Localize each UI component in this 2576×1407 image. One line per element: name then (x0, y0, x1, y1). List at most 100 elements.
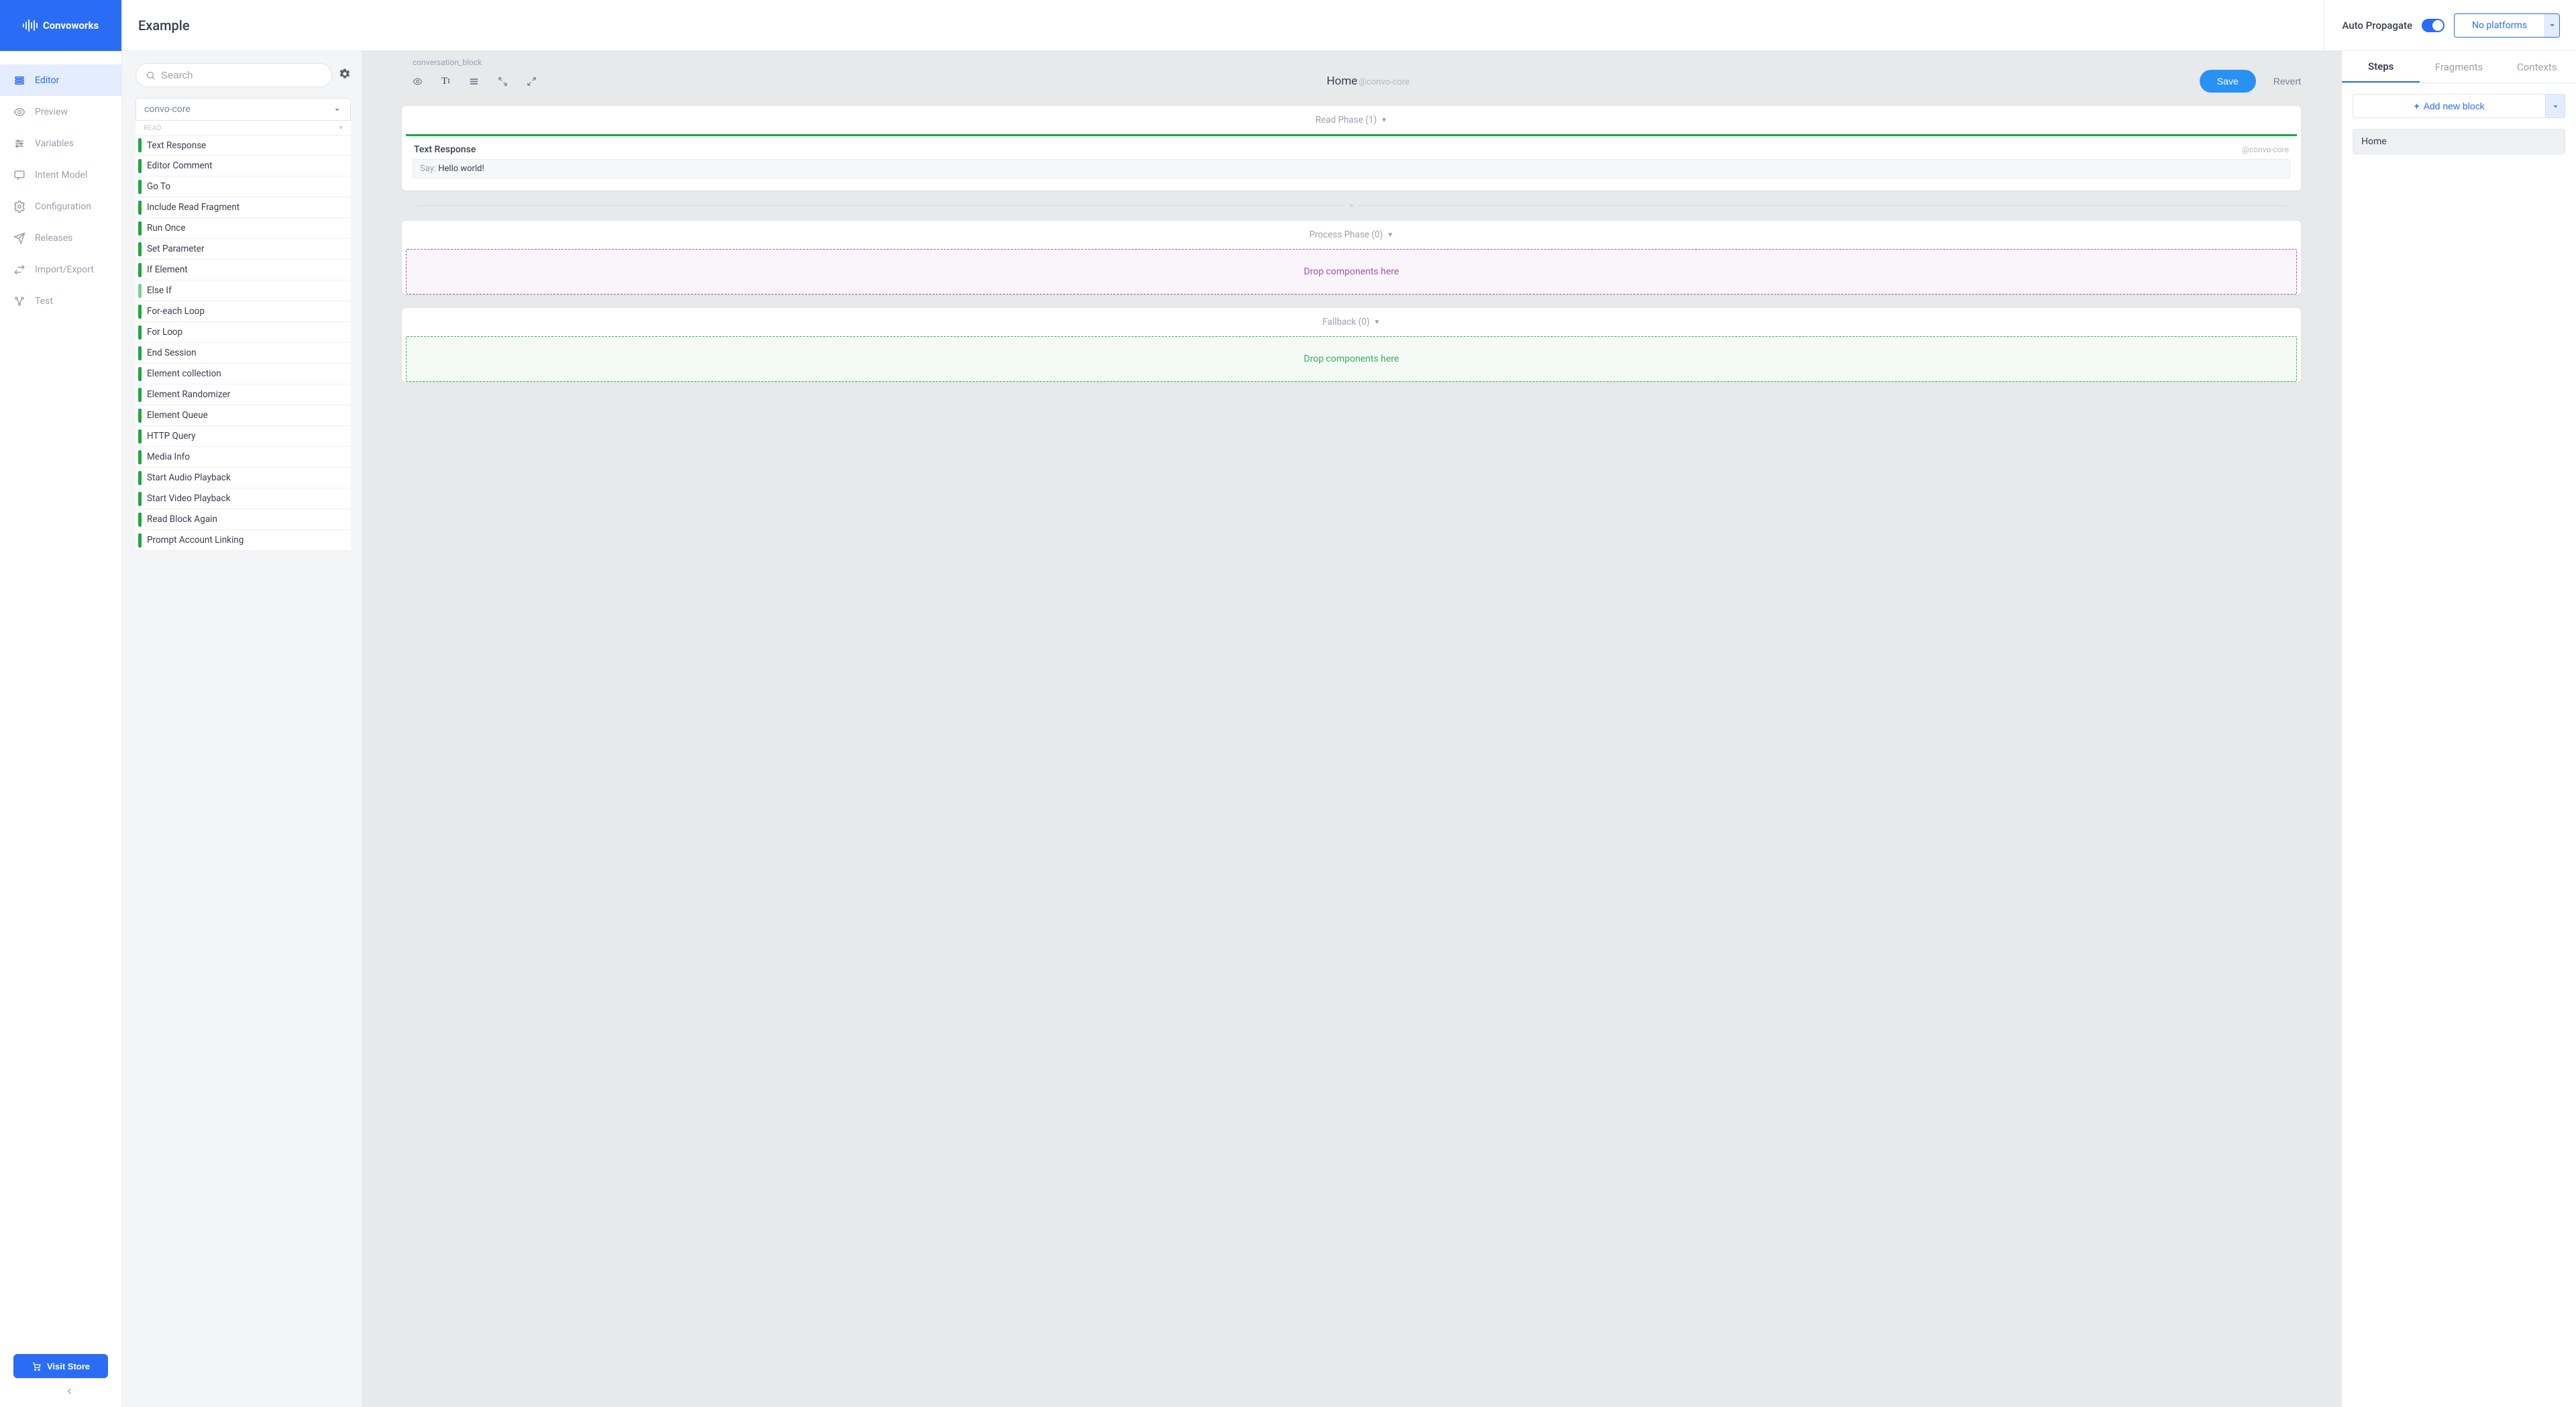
nav-item-test[interactable]: Test (0, 285, 121, 317)
fallback-phase-header[interactable]: Fallback (0) ▼ (402, 308, 2301, 336)
component-editor-comment[interactable]: Editor Comment (136, 156, 351, 176)
chevron-left-icon (64, 1386, 74, 1396)
platforms-dropdown[interactable]: No platforms (2454, 13, 2560, 38)
nav-item-editor[interactable]: Editor (0, 64, 121, 96)
nav-item-preview[interactable]: Preview (0, 96, 121, 127)
brand-logo[interactable]: Convoworks (0, 0, 121, 51)
read-phase-header[interactable]: Read Phase (1) ▼ (402, 106, 2301, 134)
nav-label: Import/Export (35, 264, 94, 275)
component-for-each-loop[interactable]: For-each Loop (136, 301, 351, 322)
inspector-tabs: StepsFragmentsContexts (2342, 51, 2576, 83)
component-label: Element Queue (147, 410, 208, 421)
tab-steps[interactable]: Steps (2342, 51, 2420, 83)
component-search-input[interactable] (161, 70, 322, 81)
step-item-home[interactable]: Home (2353, 129, 2565, 154)
text-response-say: Say: Hello world! (413, 159, 2290, 178)
component-text-response[interactable]: Text Response (136, 135, 351, 156)
component-element-queue[interactable]: Element Queue (136, 405, 351, 426)
component-label: Go To (147, 181, 170, 192)
sidebar-collapse-button[interactable] (0, 1384, 121, 1407)
nav-label: Editor (35, 75, 59, 86)
component-stripe (138, 159, 142, 173)
palette-settings-button[interactable] (339, 68, 351, 83)
text-response-component[interactable]: Text Response @convo-core Say: Hello wor… (406, 134, 2297, 185)
component-stripe (138, 492, 142, 506)
component-stripe (138, 346, 142, 360)
component-start-video-playback[interactable]: Start Video Playback (136, 488, 351, 509)
add-block-label: Add new block (2424, 101, 2485, 111)
component-prompt-account-linking[interactable]: Prompt Account Linking (136, 530, 351, 551)
collapse-button[interactable] (498, 76, 508, 87)
preview-toggle-button[interactable] (413, 76, 423, 87)
nav-item-configuration[interactable]: Configuration (0, 191, 121, 222)
component-set-parameter[interactable]: Set Parameter (136, 239, 351, 260)
chevron-down-icon: ▼ (1387, 231, 1393, 239)
component-search[interactable] (136, 63, 332, 87)
component-label: For-each Loop (147, 306, 205, 317)
fallback-dropzone[interactable]: Drop components here (406, 336, 2297, 382)
component-stripe (138, 450, 142, 464)
component-stripe (138, 513, 142, 527)
component-end-session[interactable]: End Session (136, 343, 351, 364)
phase-divider (417, 204, 2286, 207)
platforms-dropdown-label: No platforms (2455, 20, 2544, 31)
component-run-once[interactable]: Run Once (136, 218, 351, 239)
nav-label: Preview (35, 107, 68, 117)
rows-icon (469, 76, 479, 87)
auto-propagate-toggle[interactable] (2422, 19, 2445, 32)
process-phase-header[interactable]: Process Phase (0) ▼ (402, 221, 2301, 249)
search-icon (146, 70, 156, 81)
step-list: Home (2353, 129, 2565, 154)
compress-icon (498, 76, 508, 87)
chevron-down-icon (2551, 101, 2561, 111)
revert-button[interactable]: Revert (2273, 76, 2301, 87)
fallback-phase-card: Fallback (0) ▼ Drop components here (402, 308, 2301, 382)
component-stripe (138, 242, 142, 256)
chevron-down-icon: ▼ (1381, 117, 1387, 124)
component-label: Start Video Playback (147, 493, 230, 504)
tab-contexts[interactable]: Contexts (2498, 51, 2576, 83)
nav-item-variables[interactable]: Variables (0, 127, 121, 159)
package-select[interactable]: convo-core (136, 98, 351, 121)
process-dropzone[interactable]: Drop components here (406, 249, 2297, 295)
component-label: If Element (147, 264, 188, 275)
component-include-read-fragment[interactable]: Include Read Fragment (136, 197, 351, 218)
component-element-randomizer[interactable]: Element Randomizer (136, 384, 351, 405)
component-element-collection[interactable]: Element collection (136, 364, 351, 384)
nav-item-releases[interactable]: Releases (0, 222, 121, 254)
cart-icon (32, 1361, 42, 1371)
component-go-to[interactable]: Go To (136, 176, 351, 197)
component-stripe (138, 221, 142, 236)
nav-item-import-export[interactable]: Import/Export (0, 254, 121, 285)
package-select-value: convo-core (144, 104, 191, 115)
component-for-loop[interactable]: For Loop (136, 322, 351, 343)
component-stripe (138, 305, 142, 319)
component-stripe (138, 409, 142, 423)
project-title: Example (138, 17, 190, 34)
expand-button[interactable] (527, 76, 537, 87)
nav-label: Releases (35, 233, 72, 244)
component-media-info[interactable]: Media Info (136, 447, 351, 468)
component-stripe (138, 325, 142, 340)
nav-item-intent-model[interactable]: Intent Model (0, 159, 121, 191)
layout-button[interactable] (469, 76, 479, 87)
component-label: Start Audio Playback (147, 472, 231, 483)
component-label: Run Once (147, 223, 186, 233)
component-else-if[interactable]: Else If (136, 280, 351, 301)
component-stripe (138, 367, 142, 381)
tab-fragments[interactable]: Fragments (2420, 51, 2498, 83)
component-http-query[interactable]: HTTP Query (136, 426, 351, 447)
send-icon (13, 232, 25, 244)
add-block-dropdown[interactable] (2545, 94, 2565, 118)
component-if-element[interactable]: If Element (136, 260, 351, 280)
rename-button[interactable]: TI (441, 76, 450, 87)
main-nav: Editor Preview VariablesIntent ModelConfig… (0, 51, 121, 1354)
add-block-button[interactable]: + Add new block (2353, 94, 2545, 118)
component-label: HTTP Query (147, 431, 196, 441)
component-start-audio-playback[interactable]: Start Audio Playback (136, 468, 351, 488)
stack-icon (13, 74, 25, 87)
save-button[interactable]: Save (2200, 70, 2256, 93)
visit-store-button[interactable]: Visit Store (13, 1354, 108, 1378)
component-label: End Session (147, 348, 197, 358)
component-read-block-again[interactable]: Read Block Again (136, 509, 351, 530)
